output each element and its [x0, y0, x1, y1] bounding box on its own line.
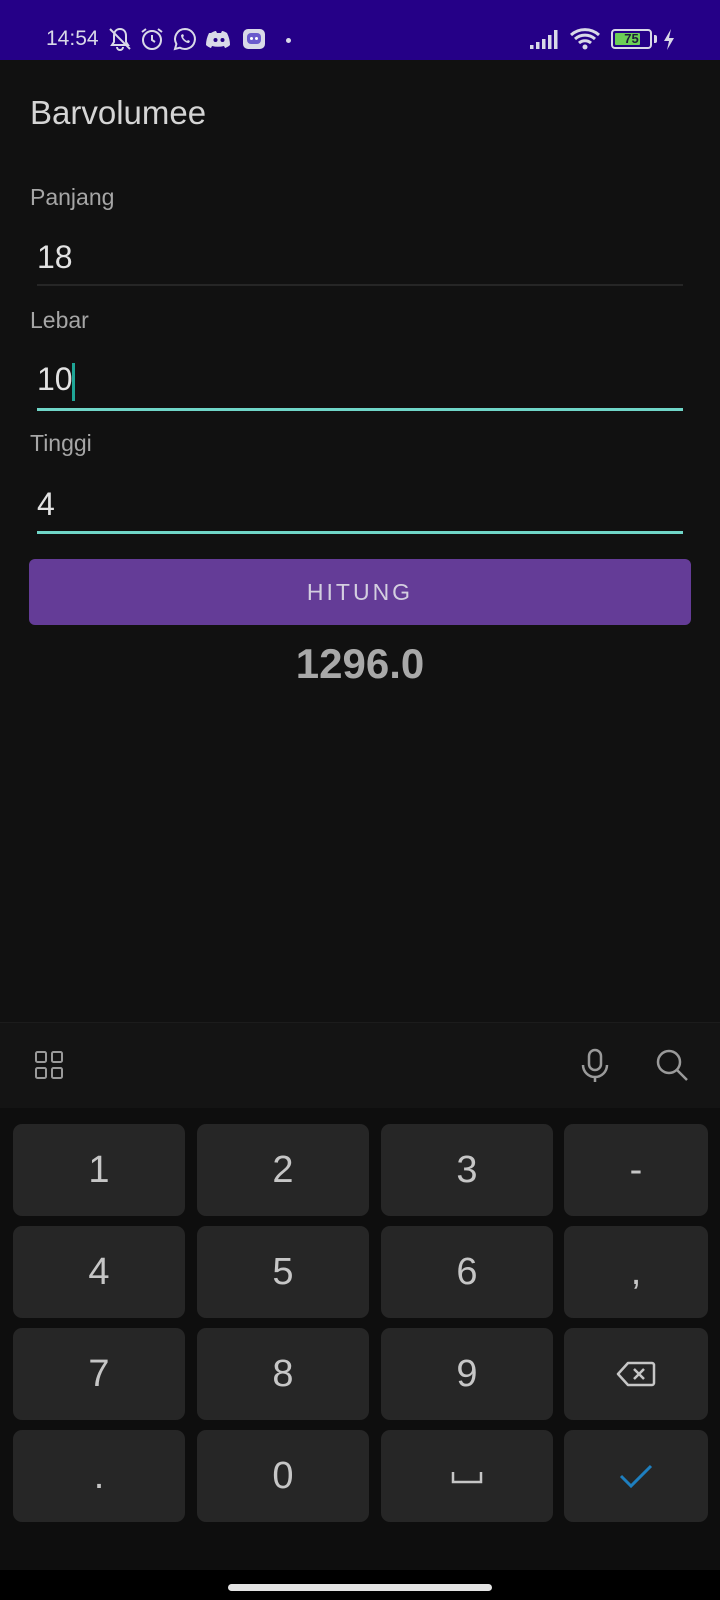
keyboard-toolbar — [0, 1022, 720, 1108]
key-0[interactable]: 0 — [197, 1430, 369, 1522]
text-cursor — [72, 363, 75, 401]
status-bar: 14:54 75 — [0, 0, 720, 60]
key-6[interactable]: 6 — [381, 1226, 553, 1318]
battery-icon: 75 — [611, 29, 652, 49]
key-9[interactable]: 9 — [381, 1328, 553, 1420]
bell-off-icon — [109, 27, 131, 51]
key-8[interactable]: 8 — [197, 1328, 369, 1420]
app-notification-icon — [243, 29, 265, 49]
volume-result: 1296.0 — [295, 640, 425, 687]
discord-icon — [206, 31, 230, 48]
key-comma[interactable]: , — [564, 1226, 708, 1318]
done-key[interactable] — [564, 1430, 708, 1522]
key-1[interactable]: 1 — [13, 1124, 185, 1216]
panjang-input[interactable] — [37, 228, 683, 286]
space-key[interactable] — [381, 1430, 553, 1522]
panjang-label: Panjang — [30, 184, 115, 210]
whatsapp-icon — [173, 27, 196, 51]
checkmark-icon — [619, 1464, 653, 1489]
backspace-key[interactable] — [564, 1328, 708, 1420]
charging-icon — [664, 29, 674, 50]
numeric-keyboard: 1 2 3 - 4 5 6 , 7 8 9 . 0 — [0, 1022, 720, 1570]
key-7[interactable]: 7 — [13, 1328, 185, 1420]
grid-icon[interactable] — [29, 1045, 69, 1085]
key-3[interactable]: 3 — [381, 1124, 553, 1216]
alarm-icon — [141, 28, 163, 50]
key-5[interactable]: 5 — [197, 1226, 369, 1318]
search-icon[interactable] — [652, 1045, 692, 1085]
app-title: Barvolumee — [30, 94, 207, 131]
more-notifications-dot — [286, 38, 291, 43]
tinggi-input[interactable] — [37, 475, 683, 533]
tinggi-label: Tinggi — [30, 430, 92, 456]
battery-level: 75 — [624, 31, 639, 46]
key-2[interactable]: 2 — [197, 1124, 369, 1216]
home-gesture-handle[interactable] — [228, 1584, 492, 1591]
lebar-underline — [37, 408, 683, 411]
panjang-underline — [37, 284, 683, 286]
wifi-icon — [570, 28, 600, 50]
space-bar-icon — [451, 1472, 483, 1484]
lebar-label: Lebar — [30, 307, 89, 333]
microphone-icon[interactable] — [575, 1045, 615, 1085]
key-4[interactable]: 4 — [13, 1226, 185, 1318]
battery-nub — [654, 35, 657, 43]
signal-icon — [530, 30, 558, 49]
tinggi-underline — [37, 531, 683, 534]
status-time: 14:54 — [46, 27, 99, 50]
lebar-input[interactable] — [37, 350, 683, 408]
key-period[interactable]: . — [13, 1430, 185, 1522]
hitung-button[interactable]: HITUNG — [29, 559, 691, 625]
backspace-icon — [616, 1361, 656, 1387]
key-minus[interactable]: - — [564, 1124, 708, 1216]
